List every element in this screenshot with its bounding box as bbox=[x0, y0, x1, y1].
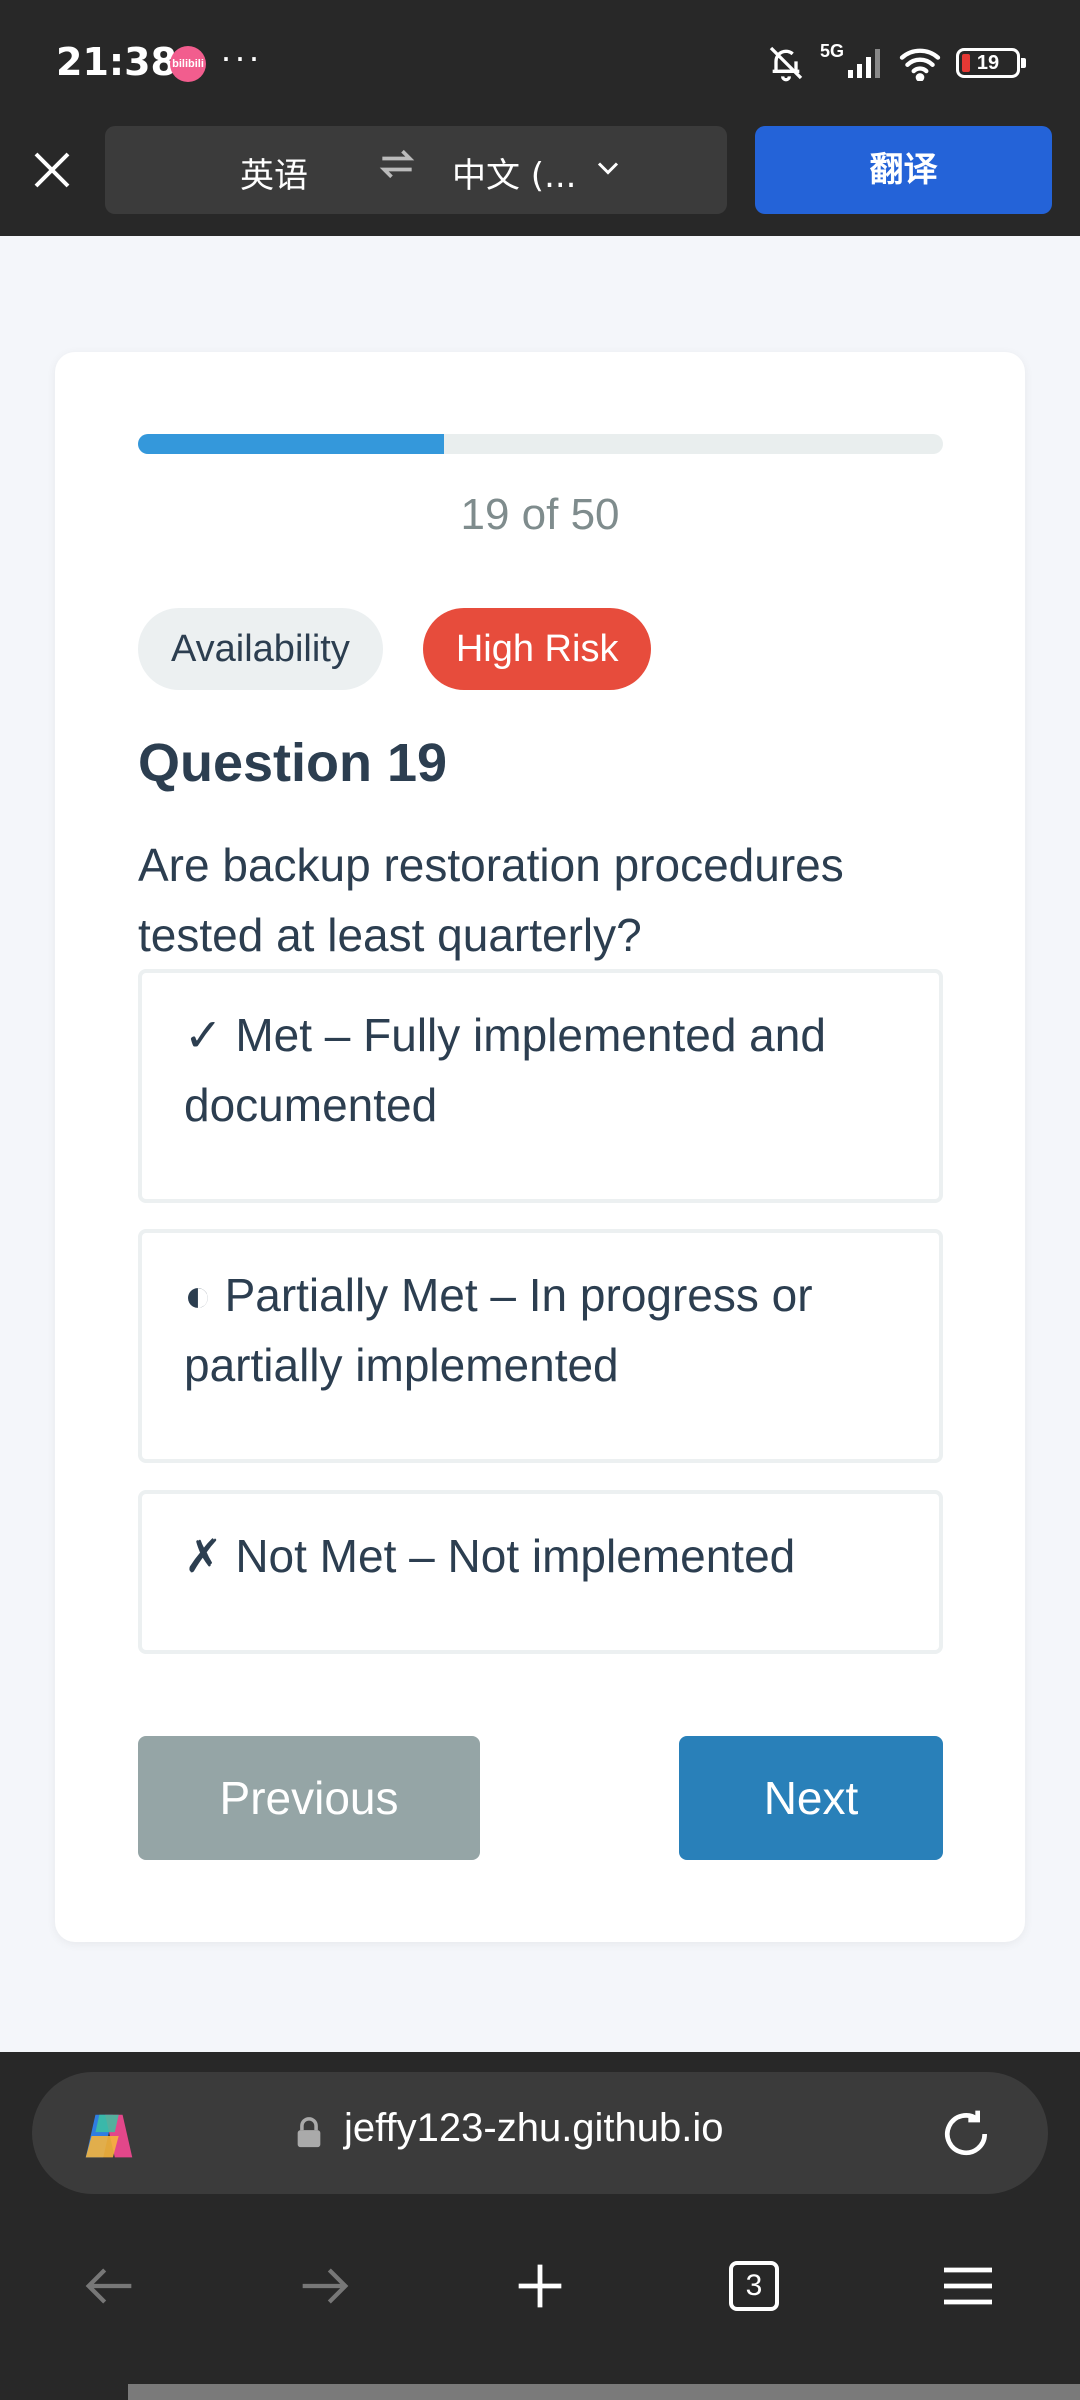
new-tab-icon[interactable] bbox=[508, 2254, 572, 2318]
reload-icon[interactable] bbox=[938, 2106, 994, 2162]
category-badge: Availability bbox=[138, 608, 383, 690]
close-icon[interactable] bbox=[28, 146, 76, 194]
gesture-strip bbox=[128, 2384, 1080, 2400]
url-text[interactable]: jeffy123-zhu.github.io bbox=[344, 2106, 724, 2151]
question-title: Question 19 bbox=[138, 733, 448, 793]
copilot-icon[interactable] bbox=[78, 2105, 140, 2167]
translate-bar: 英语 中文 (... 翻译 bbox=[0, 126, 1080, 236]
language-selector[interactable]: 英语 中文 (... bbox=[105, 126, 727, 214]
bell-muted-icon bbox=[769, 46, 803, 82]
status-time: 21:38 bbox=[56, 40, 177, 84]
more-notifications-icon: ··· bbox=[220, 36, 262, 77]
option-not-met[interactable]: ✗ Not Met – Not implemented bbox=[138, 1490, 943, 1654]
chevron-down-icon[interactable] bbox=[590, 150, 626, 186]
previous-button[interactable]: Previous bbox=[138, 1736, 480, 1860]
swap-languages-icon[interactable] bbox=[375, 142, 419, 186]
question-text: Are backup restoration procedures tested… bbox=[138, 839, 844, 961]
battery-indicator: 19 bbox=[956, 48, 1026, 78]
option-met[interactable]: ✓ Met – Fully implemented and documented bbox=[138, 969, 943, 1203]
source-language[interactable]: 英语 bbox=[240, 148, 308, 197]
status-icons: 5G 19 bbox=[766, 40, 1026, 86]
browser-toolbar: jeffy123-zhu.github.io 3 bbox=[0, 2052, 1080, 2400]
lock-icon bbox=[297, 2117, 321, 2148]
progress-bar bbox=[138, 434, 943, 454]
battery-level: 19 bbox=[976, 51, 1000, 74]
forward-arrow-icon[interactable] bbox=[292, 2254, 356, 2318]
navigation-row: 3 bbox=[0, 2232, 1080, 2352]
tabs-button[interactable]: 3 bbox=[722, 2254, 786, 2318]
address-bar[interactable]: jeffy123-zhu.github.io bbox=[32, 2072, 1048, 2194]
next-button[interactable]: Next bbox=[679, 1736, 943, 1860]
status-bar: 21:38 bilibili ··· 5G 19 bbox=[0, 0, 1080, 126]
tag-row: Availability High Risk bbox=[138, 608, 652, 690]
target-language[interactable]: 中文 (... bbox=[452, 148, 577, 197]
progress-text: 19 of 50 bbox=[460, 490, 620, 539]
option-partially-met[interactable]: ◐ Partially Met – In progress or partial… bbox=[138, 1229, 943, 1463]
back-arrow-icon[interactable] bbox=[78, 2254, 142, 2318]
quiz-card: 19 of 50 Availability High Risk Question… bbox=[55, 352, 1025, 1942]
menu-icon[interactable] bbox=[936, 2254, 1000, 2318]
network-type: 5G bbox=[819, 40, 844, 61]
signal-icon bbox=[848, 49, 880, 78]
translate-button[interactable]: 翻译 bbox=[755, 126, 1052, 214]
wifi-icon bbox=[899, 48, 941, 81]
bilibili-app-icon: bilibili bbox=[170, 46, 206, 82]
progress-fill bbox=[138, 434, 444, 454]
risk-badge: High Risk bbox=[422, 608, 652, 690]
tab-count: 3 bbox=[729, 2261, 779, 2311]
